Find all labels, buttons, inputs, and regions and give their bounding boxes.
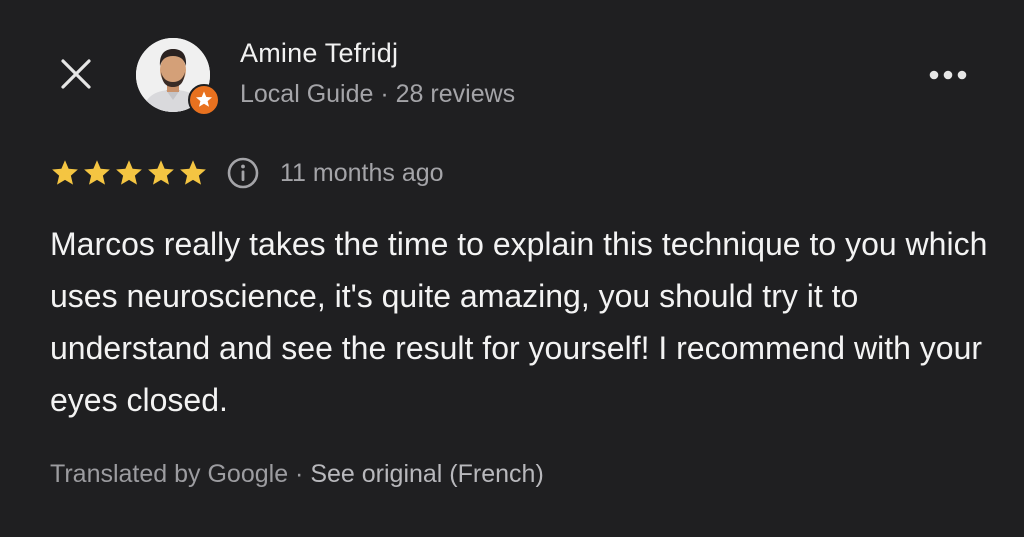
review-text: Marcos really takes the time to explain … bbox=[50, 226, 988, 418]
see-original-link[interactable]: See original (French) bbox=[310, 460, 543, 488]
more-options-button[interactable] bbox=[926, 62, 970, 88]
meta-separator: · bbox=[373, 80, 396, 108]
translated-by-label: Translated by Google bbox=[50, 460, 289, 488]
star-rating bbox=[50, 158, 208, 188]
star-icon bbox=[116, 160, 142, 185]
translation-footer: Translated by Google · See original (Fre… bbox=[50, 460, 544, 489]
star-icon bbox=[180, 160, 206, 185]
close-button[interactable] bbox=[54, 52, 98, 96]
review-time: 11 months ago bbox=[280, 158, 444, 187]
info-icon[interactable] bbox=[226, 156, 260, 190]
reviewer-avatar[interactable] bbox=[134, 36, 220, 116]
star-badge-icon bbox=[196, 91, 212, 107]
local-guide-badge bbox=[188, 84, 220, 116]
reviewer-review-count: 28 reviews bbox=[395, 80, 516, 108]
review-detail-screen: Amine Tefridj Local Guide · 28 reviews 1… bbox=[0, 0, 1024, 537]
star-icon bbox=[84, 160, 110, 185]
star-icon bbox=[148, 160, 174, 185]
reviewer-role: Local Guide bbox=[240, 80, 374, 108]
more-horizontal-icon bbox=[929, 70, 967, 80]
reviewer-name[interactable]: Amine Tefridj bbox=[240, 38, 398, 69]
footer-separator: · bbox=[288, 460, 311, 488]
star-icon bbox=[52, 160, 78, 185]
rating-row: 11 months ago bbox=[50, 153, 444, 193]
close-icon bbox=[61, 59, 91, 89]
reviewer-meta: Local Guide · 28 reviews bbox=[240, 80, 515, 109]
